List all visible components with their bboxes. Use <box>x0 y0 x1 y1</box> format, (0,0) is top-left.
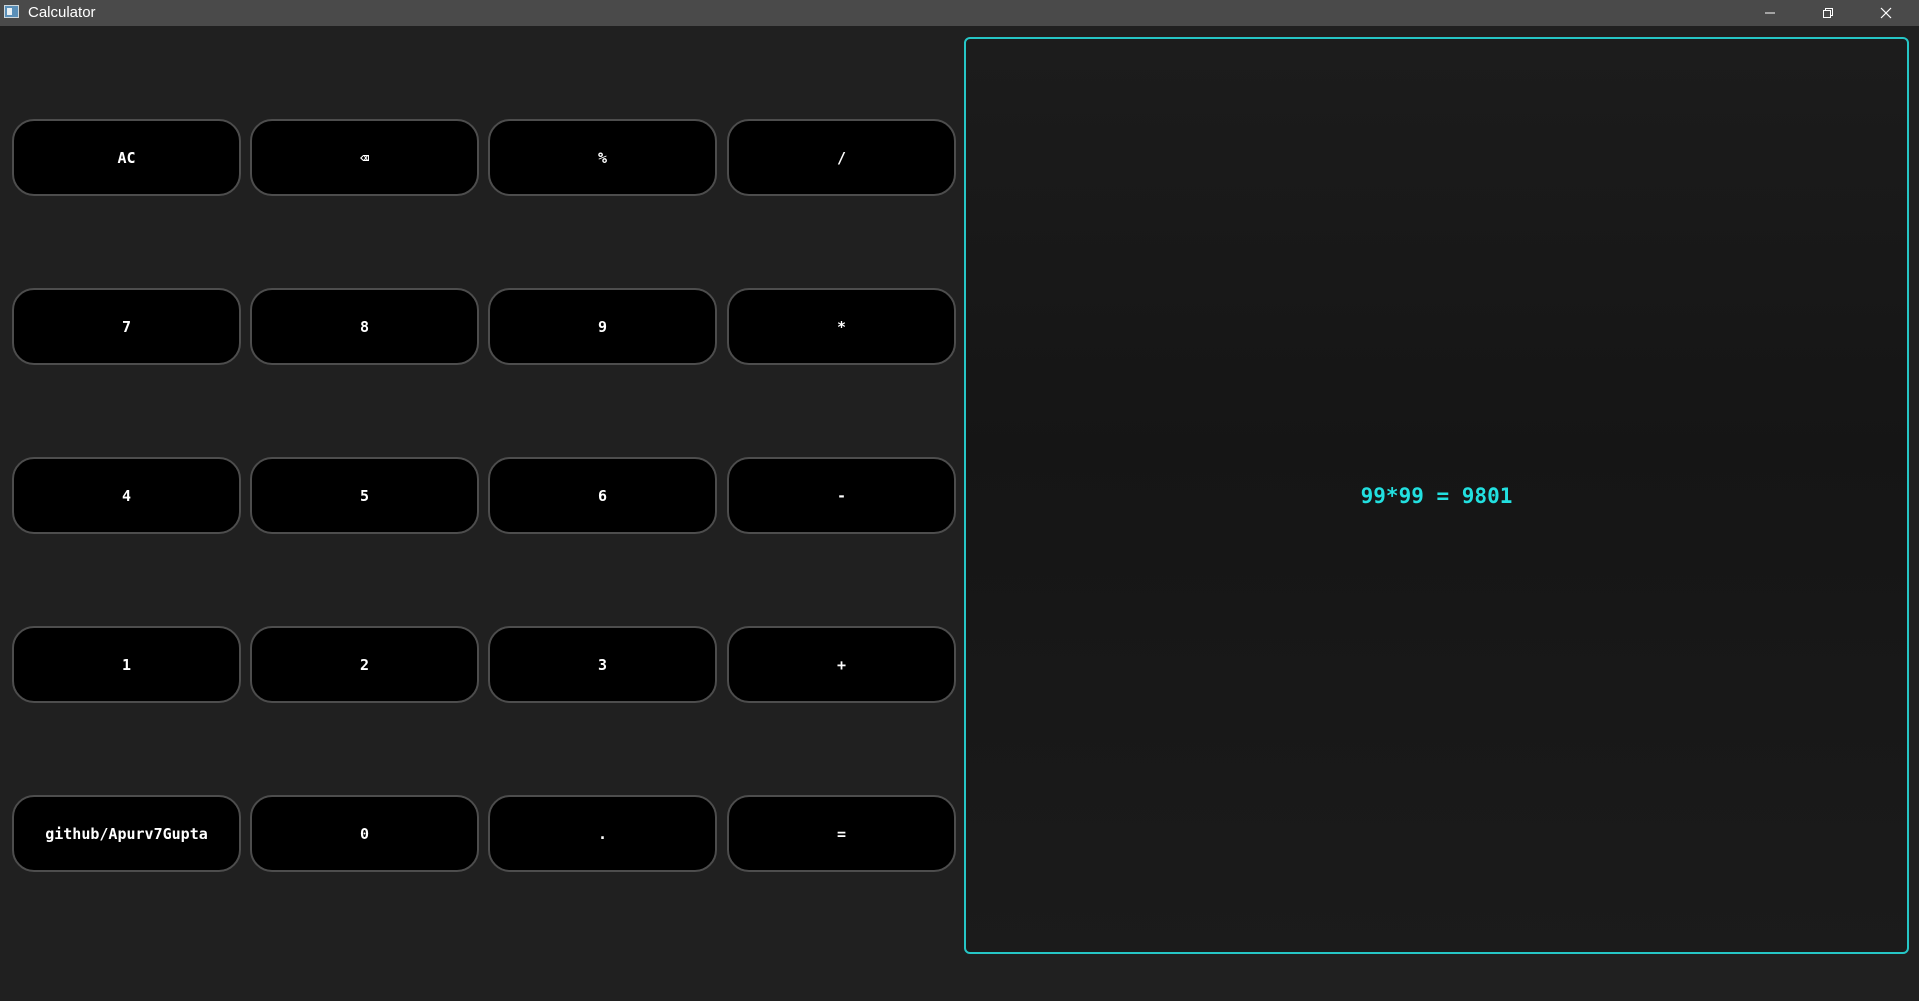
clear-button[interactable]: AC <box>12 119 241 196</box>
result-display: 99*99 = 9801 <box>964 37 1909 954</box>
divide-button[interactable]: / <box>727 119 956 196</box>
digit-4-button[interactable]: 4 <box>12 457 241 534</box>
add-button[interactable]: + <box>727 626 956 703</box>
digit-2-button[interactable]: 2 <box>250 626 479 703</box>
minimize-button[interactable] <box>1741 0 1799 26</box>
digit-0-button[interactable]: 0 <box>250 795 479 872</box>
close-icon <box>1880 7 1892 19</box>
restore-button[interactable] <box>1799 0 1857 26</box>
backspace-button[interactable]: ⌫ <box>250 119 479 196</box>
github-link-button[interactable]: github/Apurv7Gupta <box>12 795 241 872</box>
close-button[interactable] <box>1857 0 1915 26</box>
digit-7-button[interactable]: 7 <box>12 288 241 365</box>
percent-button[interactable]: % <box>488 119 717 196</box>
digit-5-button[interactable]: 5 <box>250 457 479 534</box>
title-bar: Calculator <box>0 0 1919 26</box>
result-text: 99*99 = 9801 <box>1360 483 1513 508</box>
digit-8-button[interactable]: 8 <box>250 288 479 365</box>
decimal-button[interactable]: . <box>488 795 717 872</box>
multiply-button[interactable]: * <box>727 288 956 365</box>
restore-icon <box>1822 7 1834 19</box>
digit-6-button[interactable]: 6 <box>488 457 717 534</box>
digit-1-button[interactable]: 1 <box>12 626 241 703</box>
subtract-button[interactable]: - <box>727 457 956 534</box>
minimize-icon <box>1764 7 1776 19</box>
calculator-app-icon <box>4 5 19 18</box>
digit-9-button[interactable]: 9 <box>488 288 717 365</box>
digit-3-button[interactable]: 3 <box>488 626 717 703</box>
window-title: Calculator <box>28 4 96 21</box>
equals-button[interactable]: = <box>727 795 956 872</box>
